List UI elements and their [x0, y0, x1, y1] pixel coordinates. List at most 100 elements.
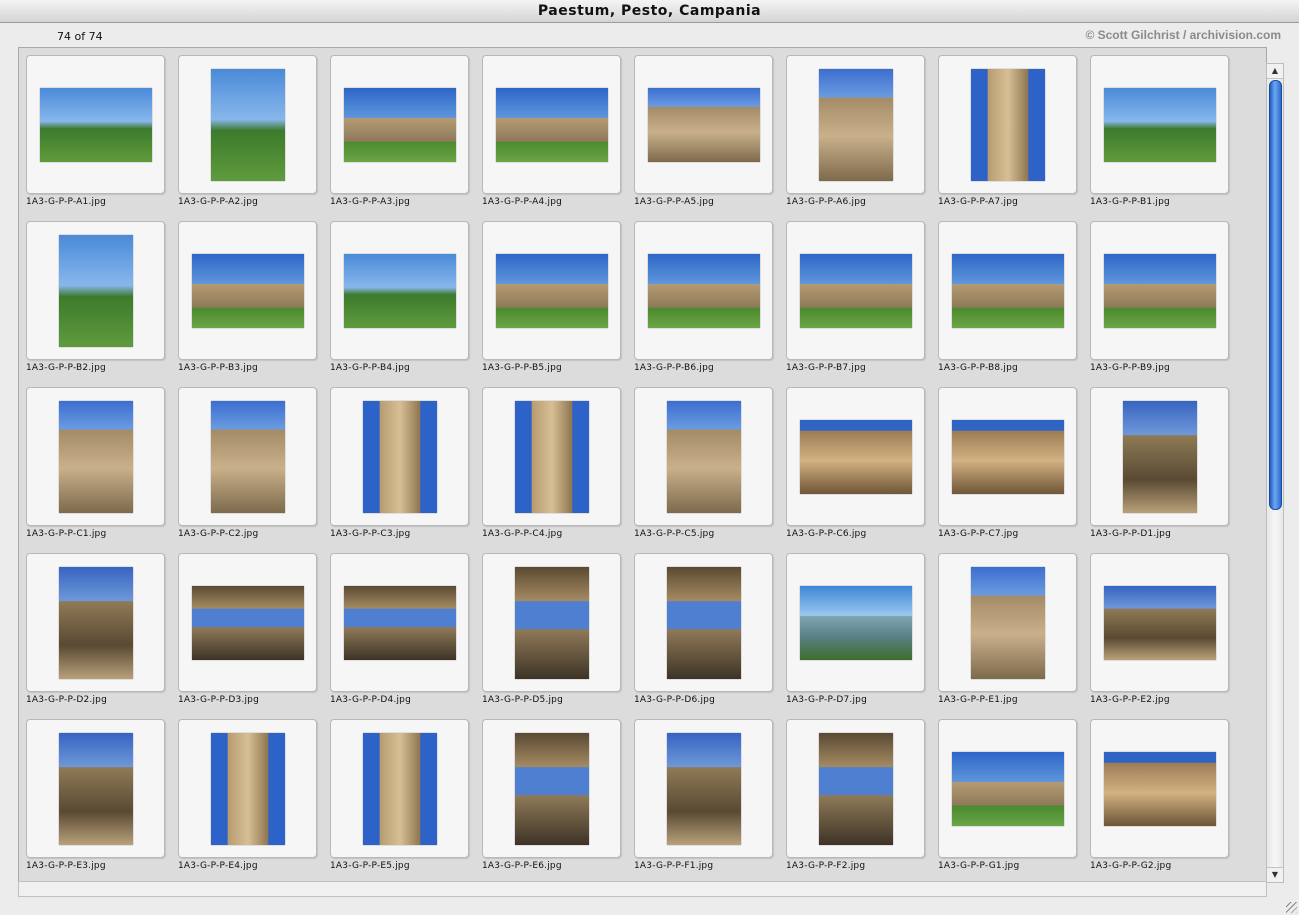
thumbnail-card[interactable] — [634, 553, 773, 692]
thumbnail-card[interactable] — [178, 553, 317, 692]
thumbnail-cell[interactable]: 1A3-G-P-P-A2.jpg — [177, 54, 329, 220]
thumbnail-cell[interactable]: 1A3-G-P-P-D3.jpg — [177, 552, 329, 718]
thumbnail-card[interactable] — [26, 719, 165, 858]
thumbnail-cell[interactable]: 1A3-G-P-P-F2.jpg — [785, 718, 937, 881]
thumbnail-image[interactable] — [666, 566, 741, 679]
thumbnail-cell[interactable]: 1A3-G-P-P-B3.jpg — [177, 220, 329, 386]
thumbnail-cell[interactable]: 1A3-G-P-P-B6.jpg — [633, 220, 785, 386]
thumbnail-image[interactable] — [210, 68, 285, 181]
thumbnail-card[interactable] — [786, 55, 925, 194]
thumbnail-card[interactable] — [178, 719, 317, 858]
thumbnail-card[interactable] — [1090, 553, 1229, 692]
thumbnail-card[interactable] — [26, 55, 165, 194]
thumbnail-cell[interactable]: 1A3-G-P-P-D1.jpg — [1089, 386, 1241, 552]
thumbnail-cell[interactable]: 1A3-G-P-P-B2.jpg — [25, 220, 177, 386]
thumbnail-image[interactable] — [495, 87, 608, 162]
thumbnail-image[interactable] — [818, 732, 893, 845]
thumbnail-card[interactable] — [786, 221, 925, 360]
thumbnail-cell[interactable]: 1A3-G-P-P-B4.jpg — [329, 220, 481, 386]
thumbnail-image[interactable] — [58, 732, 133, 845]
thumbnail-cell[interactable]: 1A3-G-P-P-E1.jpg — [937, 552, 1089, 718]
thumbnail-card[interactable] — [26, 221, 165, 360]
thumbnail-card[interactable] — [330, 387, 469, 526]
thumbnail-cell[interactable]: 1A3-G-P-P-A4.jpg — [481, 54, 633, 220]
thumbnail-image[interactable] — [58, 566, 133, 679]
thumbnail-image[interactable] — [951, 253, 1064, 328]
thumbnail-image[interactable] — [514, 732, 589, 845]
thumbnail-cell[interactable]: 1A3-G-P-P-B5.jpg — [481, 220, 633, 386]
thumbnail-cell[interactable]: 1A3-G-P-P-G2.jpg — [1089, 718, 1241, 881]
thumbnail-image[interactable] — [362, 732, 437, 845]
scroll-down-arrow-icon[interactable]: ▼ — [1267, 867, 1283, 882]
thumbnail-cell[interactable]: 1A3-G-P-P-A6.jpg — [785, 54, 937, 220]
thumbnail-card[interactable] — [482, 553, 621, 692]
thumbnail-cell[interactable]: 1A3-G-P-P-E6.jpg — [481, 718, 633, 881]
thumbnail-card[interactable] — [330, 221, 469, 360]
thumbnail-card[interactable] — [178, 55, 317, 194]
thumbnail-cell[interactable]: 1A3-G-P-P-A1.jpg — [25, 54, 177, 220]
thumbnail-cell[interactable]: 1A3-G-P-P-G1.jpg — [937, 718, 1089, 881]
thumbnail-image[interactable] — [1122, 400, 1197, 513]
thumbnail-cell[interactable]: 1A3-G-P-P-C7.jpg — [937, 386, 1089, 552]
thumbnail-cell[interactable]: 1A3-G-P-P-C6.jpg — [785, 386, 937, 552]
thumbnail-image[interactable] — [799, 585, 912, 660]
thumbnail-card[interactable] — [938, 719, 1077, 858]
thumbnail-card[interactable] — [786, 387, 925, 526]
thumbnail-cell[interactable]: 1A3-G-P-P-C1.jpg — [25, 386, 177, 552]
thumbnail-card[interactable] — [634, 221, 773, 360]
thumbnail-image[interactable] — [970, 566, 1045, 679]
thumbnail-image[interactable] — [210, 732, 285, 845]
thumbnail-image[interactable] — [495, 253, 608, 328]
thumbnail-image[interactable] — [191, 253, 304, 328]
thumbnail-card[interactable] — [482, 719, 621, 858]
thumbnail-card[interactable] — [330, 553, 469, 692]
thumbnail-image[interactable] — [951, 419, 1064, 494]
thumbnail-card[interactable] — [26, 387, 165, 526]
thumbnail-cell[interactable]: 1A3-G-P-P-D6.jpg — [633, 552, 785, 718]
thumbnail-card[interactable] — [482, 55, 621, 194]
thumbnail-image[interactable] — [1103, 87, 1216, 162]
thumbnail-image[interactable] — [58, 234, 133, 347]
thumbnail-cell[interactable]: 1A3-G-P-P-C4.jpg — [481, 386, 633, 552]
thumbnail-cell[interactable]: 1A3-G-P-P-E4.jpg — [177, 718, 329, 881]
thumbnail-cell[interactable]: 1A3-G-P-P-A3.jpg — [329, 54, 481, 220]
thumbnail-cell[interactable]: 1A3-G-P-P-B7.jpg — [785, 220, 937, 386]
thumbnail-card[interactable] — [938, 221, 1077, 360]
thumbnail-cell[interactable]: 1A3-G-P-P-D5.jpg — [481, 552, 633, 718]
thumbnail-cell[interactable]: 1A3-G-P-P-C3.jpg — [329, 386, 481, 552]
thumbnail-image[interactable] — [951, 751, 1064, 826]
thumbnail-image[interactable] — [343, 253, 456, 328]
thumbnail-card[interactable] — [330, 719, 469, 858]
thumbnail-image[interactable] — [514, 566, 589, 679]
thumbnail-image[interactable] — [666, 732, 741, 845]
thumbnail-image[interactable] — [647, 87, 760, 162]
thumbnail-card[interactable] — [786, 553, 925, 692]
thumbnail-image[interactable] — [210, 400, 285, 513]
thumbnail-image[interactable] — [39, 87, 152, 162]
thumbnail-card[interactable] — [178, 221, 317, 360]
thumbnail-card[interactable] — [634, 387, 773, 526]
thumbnail-card[interactable] — [1090, 55, 1229, 194]
thumbnail-image[interactable] — [1103, 751, 1216, 826]
thumbnail-image[interactable] — [58, 400, 133, 513]
thumbnail-cell[interactable]: 1A3-G-P-P-E2.jpg — [1089, 552, 1241, 718]
thumbnail-cell[interactable]: 1A3-G-P-P-B9.jpg — [1089, 220, 1241, 386]
thumbnail-image[interactable] — [970, 68, 1045, 181]
thumbnail-image[interactable] — [343, 585, 456, 660]
thumbnail-cell[interactable]: 1A3-G-P-P-B1.jpg — [1089, 54, 1241, 220]
thumbnail-cell[interactable]: 1A3-G-P-P-D4.jpg — [329, 552, 481, 718]
thumbnail-image[interactable] — [343, 87, 456, 162]
thumbnail-card[interactable] — [1090, 387, 1229, 526]
thumbnail-image[interactable] — [799, 419, 912, 494]
thumbnail-image[interactable] — [362, 400, 437, 513]
vertical-scrollbar[interactable]: ▲ ▼ — [1266, 63, 1284, 883]
thumbnail-cell[interactable]: 1A3-G-P-P-A5.jpg — [633, 54, 785, 220]
thumbnail-cell[interactable]: 1A3-G-P-P-C2.jpg — [177, 386, 329, 552]
thumbnail-image[interactable] — [666, 400, 741, 513]
thumbnail-card[interactable] — [482, 221, 621, 360]
thumbnail-image[interactable] — [818, 68, 893, 181]
thumbnail-card[interactable] — [26, 553, 165, 692]
thumbnail-card[interactable] — [330, 55, 469, 194]
thumbnail-cell[interactable]: 1A3-G-P-P-A7.jpg — [937, 54, 1089, 220]
thumbnail-image[interactable] — [514, 400, 589, 513]
